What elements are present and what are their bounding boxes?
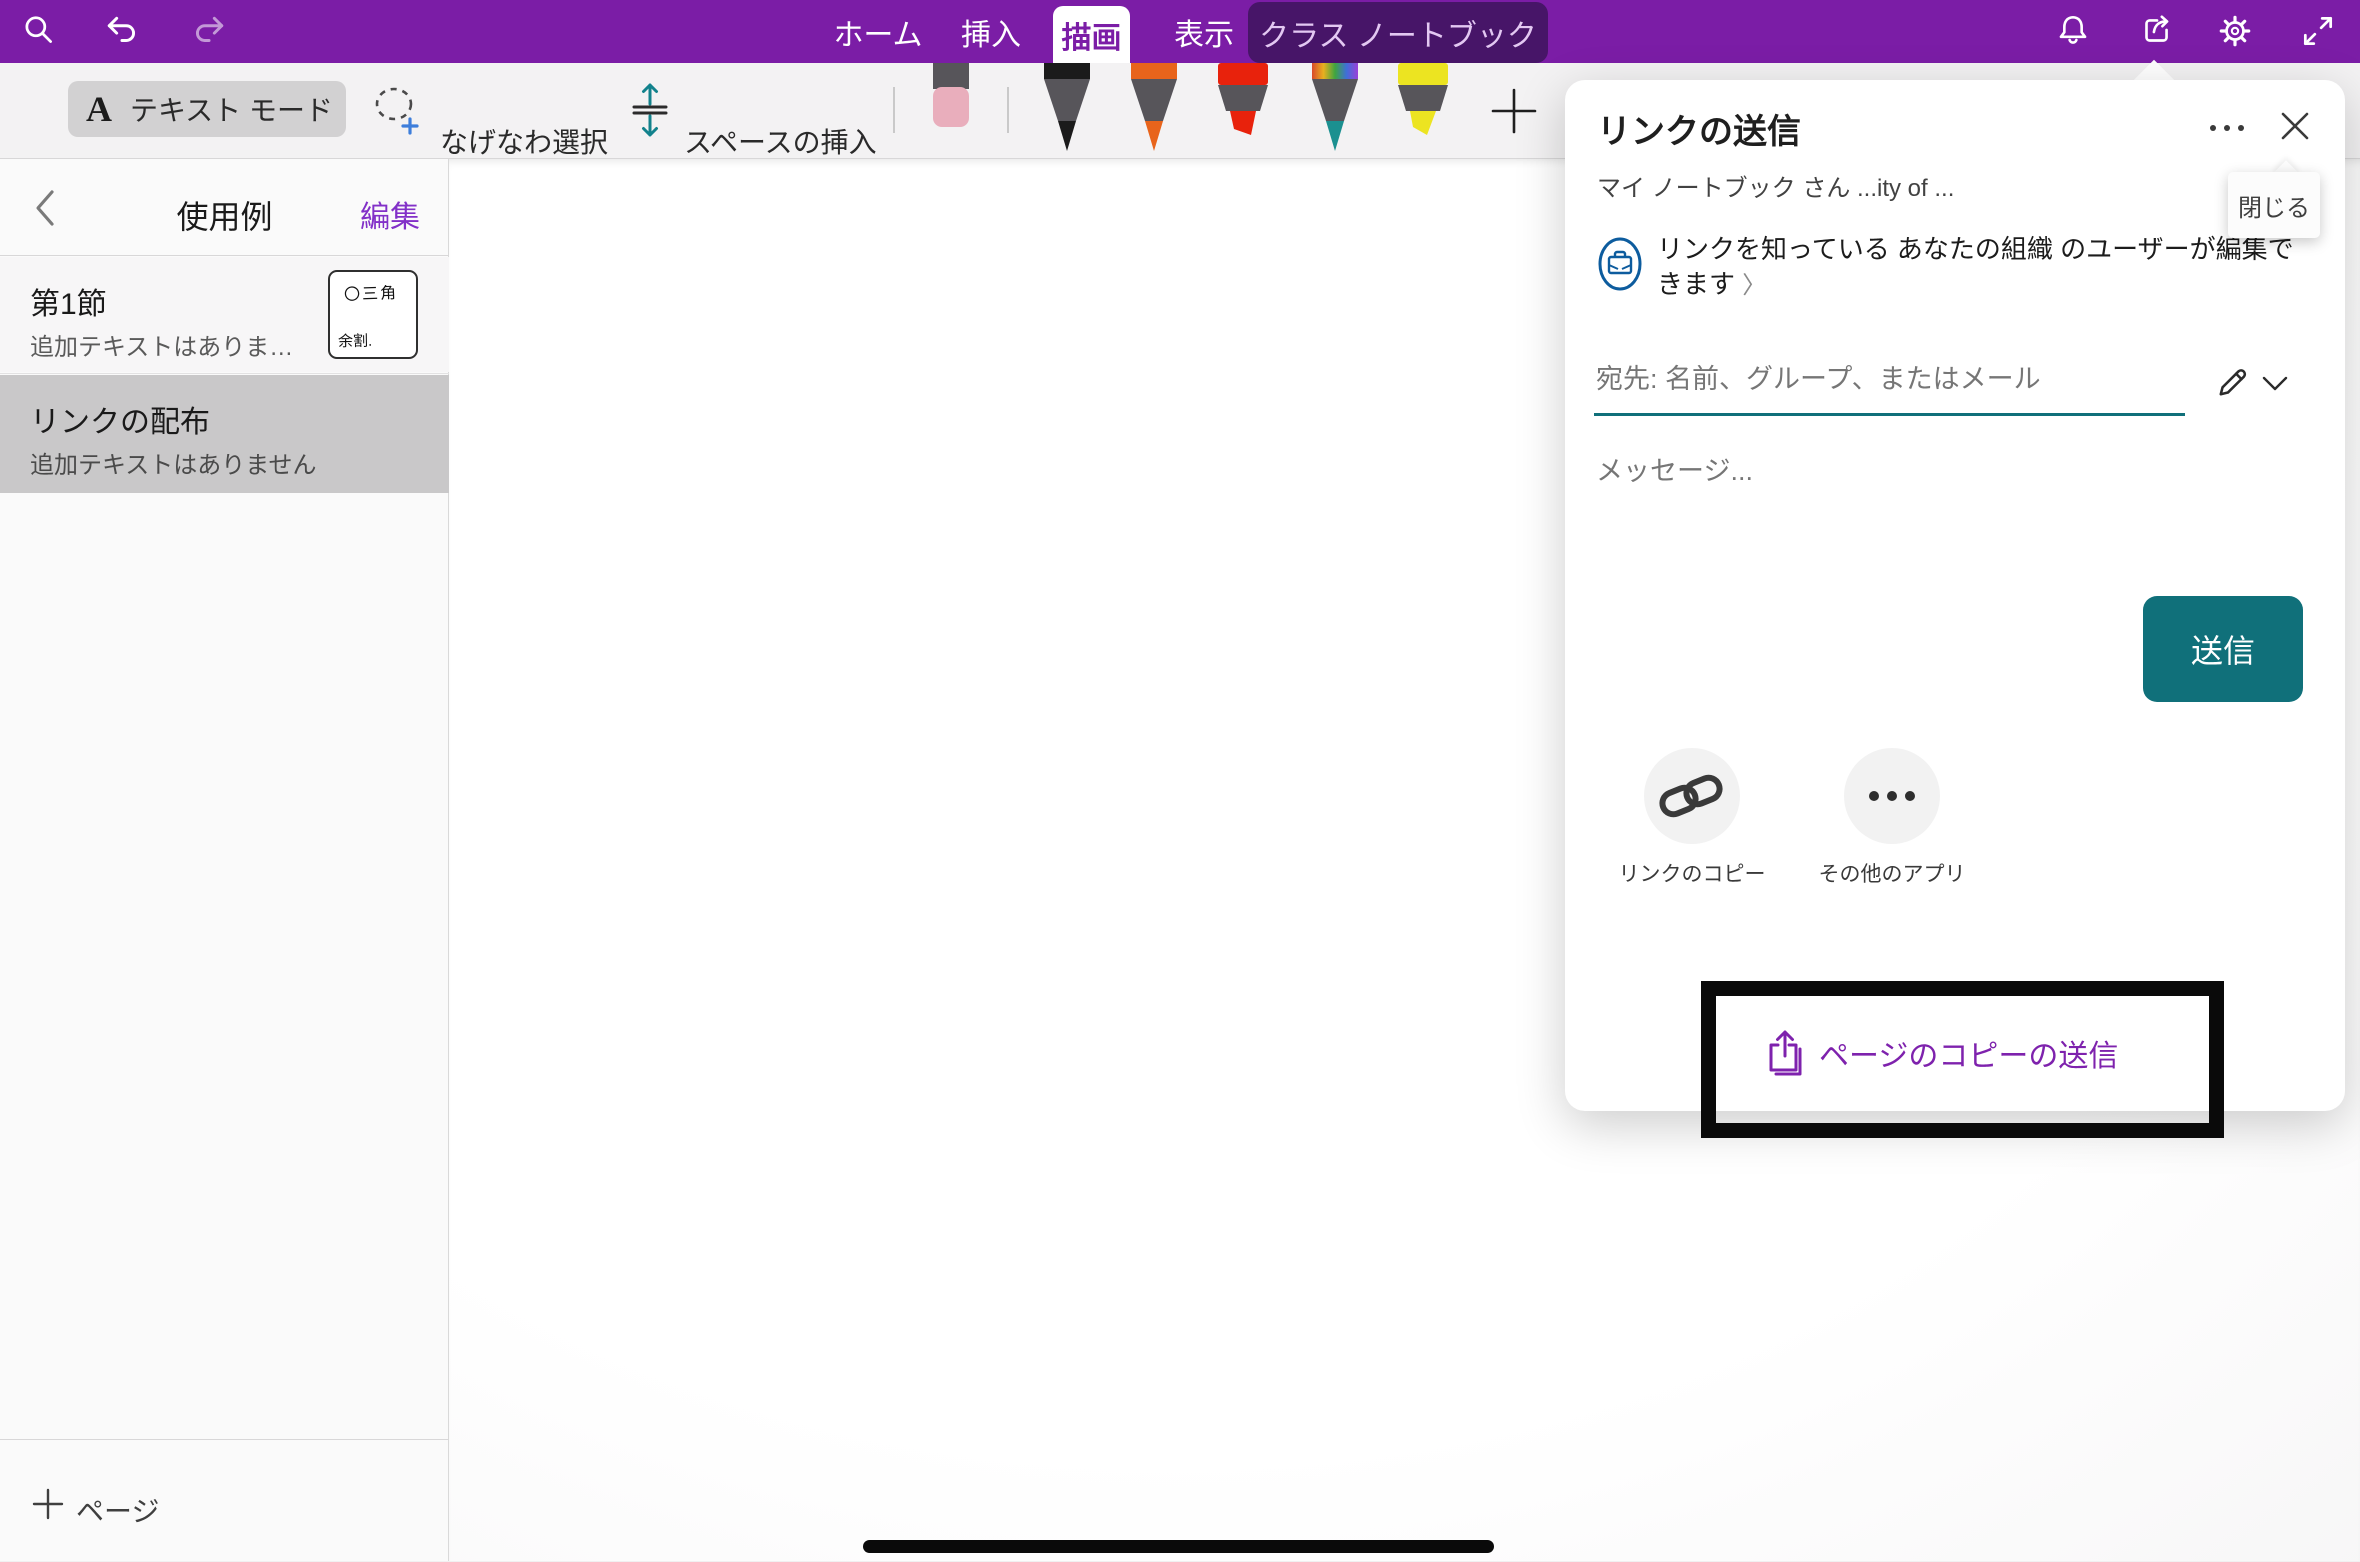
eraser-tool[interactable]	[931, 63, 971, 127]
page-thumbnail: 〇三角 余割.	[328, 270, 418, 359]
search-icon[interactable]	[20, 12, 58, 50]
divider	[0, 373, 449, 374]
copy-link-button[interactable]	[1644, 748, 1740, 844]
tab-class-notebook[interactable]: クラス ノートブック	[1248, 2, 1548, 63]
chevron-right-icon: 〉	[1742, 272, 1766, 299]
gear-icon[interactable]	[2216, 12, 2254, 50]
plus-icon	[32, 1488, 64, 1520]
marker-red[interactable]	[1213, 63, 1273, 143]
pen-orange[interactable]	[1125, 63, 1183, 158]
dialog-title: リンクの送信	[1597, 104, 1801, 153]
lasso-select-icon[interactable]	[370, 83, 424, 137]
ellipsis-icon	[1844, 748, 1940, 844]
insert-space-icon[interactable]	[630, 80, 670, 140]
more-apps-button[interactable]	[1844, 748, 1940, 844]
add-page-label: ページ	[76, 1490, 159, 1530]
text-mode-label: テキスト モード	[130, 89, 333, 129]
notebook-subtitle: マイ ノートブック さん ...ity of ...	[1597, 168, 1954, 203]
lasso-select-label[interactable]: なげなわ選択	[440, 121, 608, 161]
page-list-sidebar: 使用例 編集 第1節 追加テキストはありま… 〇三角 余割. リンクの配布 追加…	[0, 158, 449, 1561]
send-page-copy-label: ページのコピーの送信	[1819, 1031, 2118, 1075]
edit-button[interactable]: 編集	[360, 192, 420, 236]
send-button[interactable]: 送信	[2143, 596, 2303, 702]
page-title: 第1節	[30, 279, 107, 323]
bell-icon[interactable]	[2054, 12, 2092, 50]
link-permission-row[interactable]: リンクを知っている あなたの組織 のユーザーが編集できます 〉	[1657, 232, 2317, 303]
share-icon[interactable]	[2137, 12, 2175, 50]
redo-icon[interactable]	[189, 12, 227, 50]
more-apps-label: その他のアプリ	[1792, 858, 1992, 888]
pen-rainbow[interactable]	[1306, 63, 1364, 158]
edit-permission-pencil-icon[interactable]	[2213, 362, 2253, 402]
insert-space-label[interactable]: スペースの挿入	[684, 121, 877, 161]
fullscreen-icon[interactable]	[2299, 12, 2337, 50]
chevron-down-icon[interactable]	[2259, 372, 2291, 396]
copy-link-label: リンクのコピー	[1592, 858, 1792, 888]
pen-black[interactable]	[1038, 63, 1096, 158]
close-icon[interactable]	[2277, 108, 2313, 144]
home-indicator[interactable]	[863, 1540, 1494, 1553]
recipient-underline	[1594, 413, 2185, 416]
undo-icon[interactable]	[104, 12, 142, 50]
recipient-input[interactable]	[1594, 356, 2158, 402]
thumbnail-handwriting: 余割.	[338, 330, 373, 352]
share-page-icon	[1765, 1028, 1805, 1078]
tab-draw-active[interactable]: 描画	[1053, 6, 1130, 63]
divider	[0, 255, 449, 256]
highlighter-yellow[interactable]	[1393, 63, 1453, 143]
link-icon	[1644, 748, 1740, 844]
close-tooltip: 閉じる	[2228, 172, 2320, 238]
page-subtitle: 追加テキストはありません	[30, 445, 317, 480]
page-list-item-selected[interactable]: リンクの配布 追加テキストはありません	[0, 375, 449, 493]
add-page-button[interactable]: ページ	[0, 1439, 449, 1562]
thumbnail-handwriting: 〇三角	[344, 279, 399, 305]
text-mode-letter: A	[86, 88, 112, 130]
tab-view[interactable]: 表示	[1154, 0, 1254, 63]
add-pen-icon[interactable]	[1491, 88, 1537, 134]
send-link-dialog: リンクの送信 閉じる マイ ノートブック さん ...ity of ... リン…	[1565, 80, 2345, 1111]
top-app-bar: ホーム 挿入 描画 表示 クラス ノートブック	[0, 0, 2360, 63]
page-title: リンクの配布	[30, 397, 210, 441]
toolbar-separator	[1007, 87, 1009, 133]
text-mode-button[interactable]: A テキスト モード	[68, 81, 346, 137]
message-input[interactable]	[1594, 448, 2238, 494]
page-subtitle: 追加テキストはありま…	[30, 327, 293, 362]
organization-permission-icon	[1597, 236, 1643, 292]
more-options-icon[interactable]	[2205, 106, 2249, 146]
toolbar-separator	[893, 87, 895, 133]
page-list-item[interactable]: 第1節 追加テキストはありま… 〇三角 余割.	[0, 257, 449, 372]
tab-home[interactable]: ホーム	[828, 0, 928, 63]
send-page-copy-link[interactable]: ページのコピーの送信	[1765, 1028, 2118, 1078]
tab-insert[interactable]: 挿入	[941, 0, 1041, 63]
